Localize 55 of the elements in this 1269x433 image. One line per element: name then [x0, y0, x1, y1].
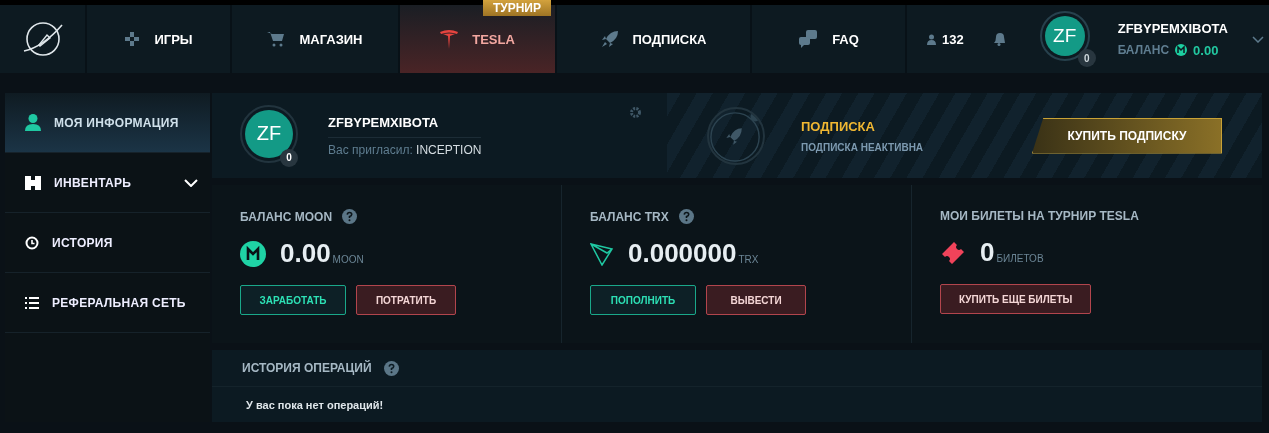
level-badge: 0: [280, 148, 298, 167]
subscription-title: ПОДПИСКА: [801, 118, 876, 134]
help-icon[interactable]: [383, 360, 399, 376]
user-icon: [25, 114, 41, 131]
balance-unit: БИЛЕТОВ: [996, 253, 1044, 264]
user-icon: [927, 33, 936, 45]
balance-title: МОИ БИЛЕТЫ НА ТУРНИР TESLA: [940, 209, 1139, 223]
cart-icon: [267, 31, 286, 47]
nav-tab[interactable]: ИГРЫ: [87, 5, 230, 73]
nav-tab[interactable]: ПОДПИСКА: [557, 5, 750, 73]
invited-by-text: Вас пригласил: INCEPTION: [328, 142, 482, 157]
balance-unit: MOON: [332, 254, 364, 265]
help-icon[interactable]: [342, 209, 358, 224]
balance-label: БАЛАНС: [1117, 43, 1170, 57]
bell-icon[interactable]: [991, 32, 1006, 46]
username: ZFBYPEMXIBOTA: [1117, 20, 1228, 36]
sidebar-item[interactable]: ИНВЕНТАРЬ: [5, 153, 210, 213]
balance-amount: 0: [980, 237, 995, 268]
deposit-button[interactable]: ПОПОЛНИТЬ: [590, 285, 696, 315]
nav-tab[interactable]: МАГАЗИН: [232, 5, 398, 73]
spend-button[interactable]: ПОТРАТИТЬ: [356, 285, 456, 315]
chevron-down-icon[interactable]: [1251, 35, 1264, 43]
list-icon: [25, 296, 39, 309]
username: ZFBYPEMXIBOTA: [328, 114, 482, 138]
balance-unit: TRX: [738, 254, 759, 265]
sidebar-item[interactable]: МОЯ ИНФОРМАЦИЯ: [5, 93, 210, 153]
nav-tab[interactable]: FAQ: [752, 5, 905, 73]
level-badge: 0: [1077, 49, 1096, 67]
history-icon: [25, 235, 39, 250]
moon-coin-icon: [1175, 44, 1188, 56]
chevron-down-icon: [184, 178, 198, 187]
balance-amount: 0.00: [280, 238, 331, 269]
balance-amount: 0.000000: [628, 238, 737, 269]
buy-subscription-button[interactable]: КУПИТЬ ПОДПИСКУ: [1032, 117, 1222, 154]
spend-button[interactable]: ВЫВЕСТИ: [706, 285, 806, 315]
sidebar-item[interactable]: ИСТОРИЯ: [5, 213, 210, 273]
gamepad-icon: [124, 31, 141, 47]
online-count: 132: [942, 31, 964, 47]
settings-icon[interactable]: [629, 106, 642, 119]
balance-title: БАЛАНС TRX: [590, 209, 669, 224]
sidebar-item[interactable]: РЕФЕРАЛЬНАЯ СЕТЬ: [5, 273, 210, 333]
subscription-status: ПОДПИСКА НЕАКТИВНА: [801, 141, 924, 153]
tournament-badge: ТУРНИР: [482, 0, 551, 16]
tron-icon: [590, 241, 614, 266]
faq-icon: [798, 30, 819, 48]
spend-button[interactable]: КУПИТЬ ЕЩЕ БИЛЕТЫ: [940, 284, 1092, 314]
balance-title: БАЛАНС MOON: [240, 209, 333, 224]
balance-value: 0.00: [1193, 42, 1219, 58]
help-icon[interactable]: [678, 209, 694, 224]
moon-coin-icon: [240, 240, 266, 267]
rocket-icon: [600, 30, 619, 48]
empty-history-text: У вас пока нет операций!: [245, 398, 385, 413]
history-title: ИСТОРИЯ ОПЕРАЦИЙ: [242, 361, 372, 375]
deposit-button[interactable]: ЗАРАБОТАТЬ: [240, 285, 346, 315]
rocket-badge-icon: [707, 106, 765, 165]
